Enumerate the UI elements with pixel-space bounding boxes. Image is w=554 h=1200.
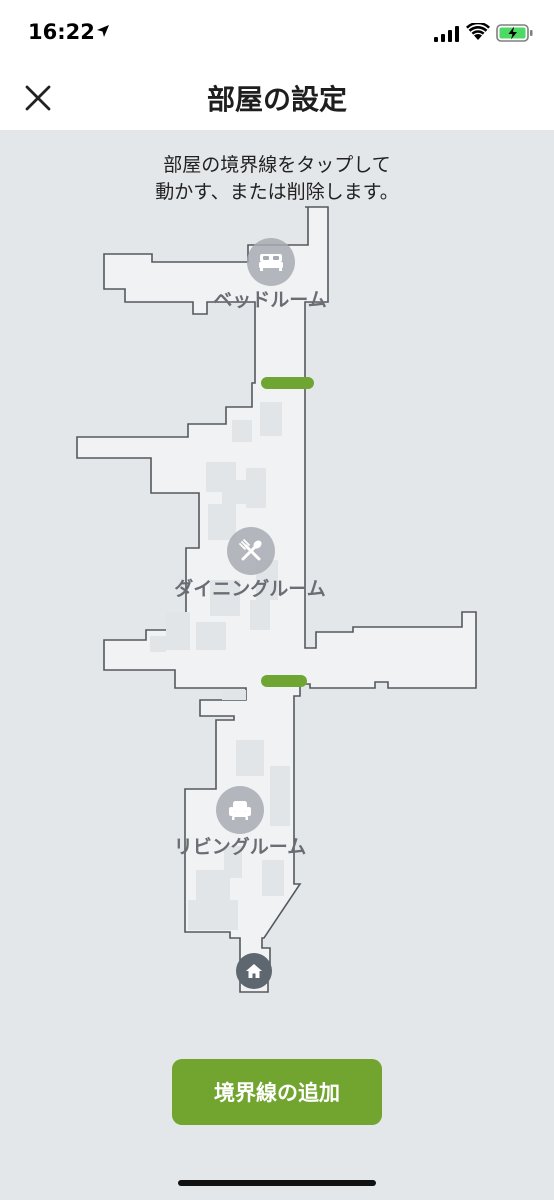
home-base xyxy=(236,953,272,989)
room-boundary-handle-2[interactable] xyxy=(261,675,307,687)
bed-icon xyxy=(259,254,283,271)
add-boundary-button[interactable]: 境界線の追加 xyxy=(172,1059,382,1125)
room-label-bedroom: ベッドルーム xyxy=(213,289,327,311)
home-indicator[interactable] xyxy=(178,1180,376,1186)
dining-room-icon[interactable] xyxy=(227,527,275,575)
home-icon xyxy=(246,964,262,978)
room-boundary-handle-1[interactable] xyxy=(261,377,314,389)
bedroom-room-icon[interactable] xyxy=(247,238,295,286)
armchair-icon xyxy=(229,801,251,820)
room-label-dining: ダイニングルーム xyxy=(174,578,326,600)
living-room-icon[interactable] xyxy=(216,786,264,834)
fork-knife-icon xyxy=(239,539,262,561)
room-label-living: リビングルーム xyxy=(173,836,307,858)
